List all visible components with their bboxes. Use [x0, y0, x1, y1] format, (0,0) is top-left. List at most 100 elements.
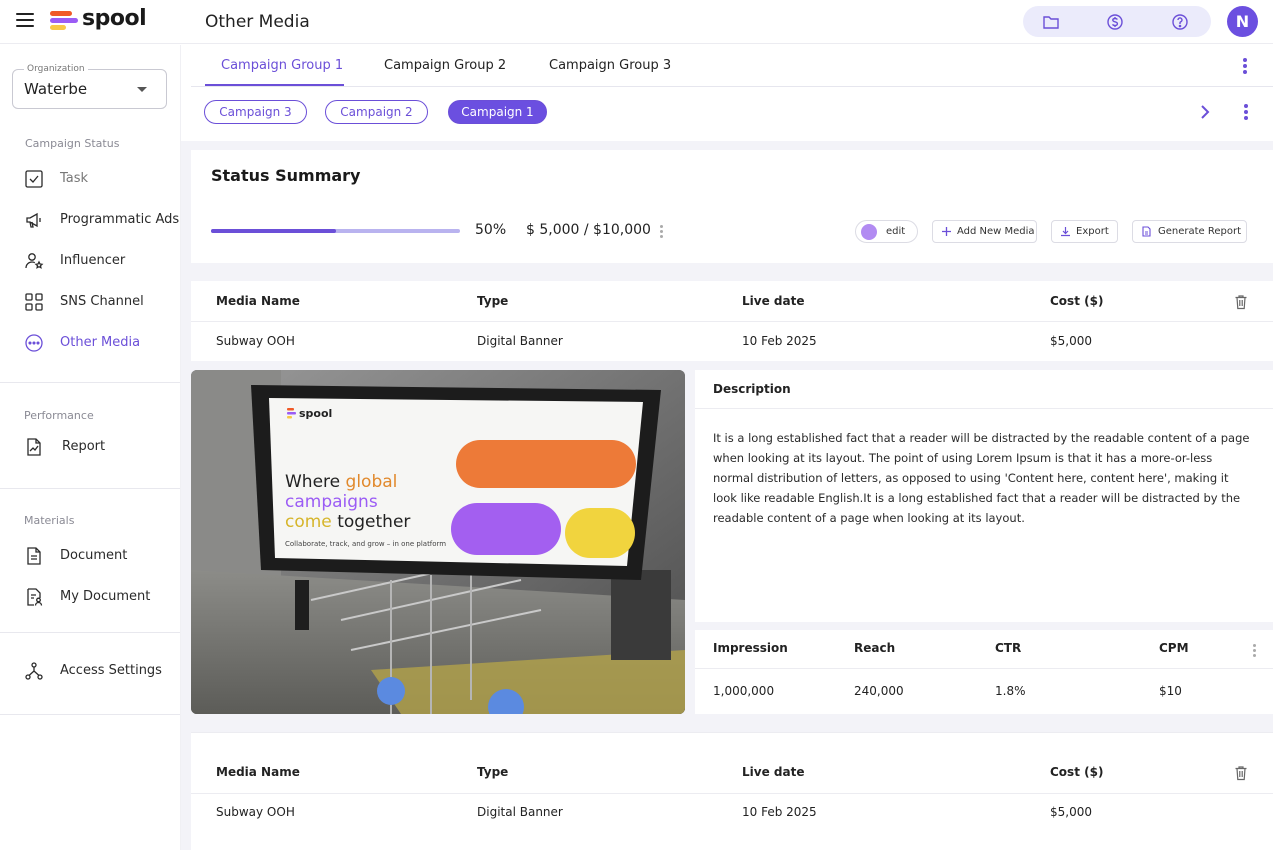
- sidebar-item-label: SNS Channel: [60, 294, 144, 309]
- subway-billboard-image: spool Where global campaigns come togeth…: [191, 370, 685, 714]
- folder-icon[interactable]: [1041, 12, 1061, 32]
- trash-icon[interactable]: [1234, 765, 1248, 781]
- summary-more-icon[interactable]: [660, 225, 663, 240]
- status-summary-title: Status Summary: [211, 166, 361, 185]
- edit-color-dot-icon: [861, 224, 877, 240]
- tab-campaign-group-3[interactable]: Campaign Group 3: [549, 58, 671, 73]
- chip-campaign-3[interactable]: Campaign 3: [204, 100, 307, 124]
- description-text: It is a long established fact that a rea…: [713, 431, 1250, 525]
- description-title: Description: [713, 382, 791, 396]
- sidebar-item-report[interactable]: Report: [0, 428, 180, 468]
- brand-logo[interactable]: spool: [50, 6, 147, 33]
- sidebar-item-task[interactable]: Task: [0, 160, 180, 200]
- cell-type: Digital Banner: [477, 334, 563, 348]
- sidebar-item-other-media[interactable]: Other Media: [0, 324, 180, 364]
- sidebar-divider: [0, 714, 180, 715]
- campaign-more-icon[interactable]: [1244, 104, 1248, 120]
- metric-impression-value: 1,000,000: [713, 684, 775, 698]
- billboard-headline-2: campaigns: [285, 492, 378, 512]
- dollar-icon[interactable]: [1105, 12, 1125, 32]
- sidebar-divider: [0, 382, 180, 383]
- chart-doc-icon: [27, 438, 41, 456]
- top-icon-group: [1023, 6, 1211, 37]
- sidebar-item-label: Programmatic Ads: [60, 212, 180, 227]
- export-button[interactable]: Export: [1051, 220, 1118, 243]
- tab-campaign-group-2[interactable]: Campaign Group 2: [384, 58, 506, 73]
- generate-report-button[interactable]: Generate Report: [1132, 220, 1247, 243]
- col-cost: Cost ($): [1050, 765, 1104, 779]
- sidebar-item-label: Task: [60, 171, 89, 186]
- add-new-media-label: Add New Media: [957, 226, 1035, 237]
- megaphone-icon: [26, 212, 41, 228]
- billboard-headline-3b: together: [337, 512, 410, 532]
- help-icon[interactable]: [1170, 12, 1190, 32]
- col-cost: Cost ($): [1050, 294, 1104, 308]
- metric-cpm-label: CPM: [1159, 641, 1189, 655]
- sidebar-item-label: Document: [60, 548, 128, 563]
- billboard-brand: spool: [299, 407, 332, 420]
- download-icon: [1061, 227, 1070, 237]
- sidebar-divider: [0, 488, 180, 489]
- network-icon: [25, 662, 43, 680]
- billboard-headline-1b: global: [346, 472, 398, 492]
- document-icon: [27, 547, 41, 565]
- page-title: Other Media: [205, 12, 310, 32]
- active-tab-indicator: [205, 84, 344, 86]
- user-avatar[interactable]: N: [1227, 6, 1258, 37]
- metric-cpm-value: $10: [1159, 684, 1182, 698]
- cell-cost: $5,000: [1050, 334, 1092, 348]
- sidebar-item-sns-channel[interactable]: SNS Channel: [0, 283, 180, 323]
- metric-ctr-label: CTR: [995, 641, 1022, 655]
- metrics-divider: [695, 668, 1273, 669]
- sidebar-item-document[interactable]: Document: [0, 537, 180, 577]
- metrics-more-icon[interactable]: [1253, 644, 1256, 659]
- sidebar-item-access-settings[interactable]: Access Settings: [0, 652, 180, 692]
- sidebar-item-programmatic-ads[interactable]: Programmatic Ads: [0, 201, 180, 241]
- metric-reach-label: Reach: [854, 641, 896, 655]
- logo-mark-icon: [50, 11, 78, 31]
- tab-campaign-group-1[interactable]: Campaign Group 1: [221, 58, 343, 73]
- menu-icon[interactable]: [16, 13, 34, 29]
- col-live-date: Live date: [742, 294, 805, 308]
- metric-reach-value: 240,000: [854, 684, 904, 698]
- more-circle-icon: [25, 334, 43, 352]
- cell-media-name: Subway OOH: [216, 805, 295, 819]
- caret-down-icon[interactable]: [137, 87, 147, 92]
- brand-name: spool: [82, 6, 147, 31]
- cell-live-date: 10 Feb 2025: [742, 805, 817, 819]
- edit-button[interactable]: edit: [855, 220, 918, 243]
- sidebar-item-label: Access Settings: [60, 663, 162, 678]
- tabs-more-icon[interactable]: [1243, 58, 1247, 74]
- add-new-media-button[interactable]: Add New Media: [932, 220, 1037, 243]
- media-table-2: [191, 732, 1273, 850]
- metric-ctr-value: 1.8%: [995, 684, 1026, 698]
- section-label-campaign-status: Campaign Status: [25, 137, 120, 150]
- sidebar-item-my-document[interactable]: My Document: [0, 578, 180, 618]
- media-photo[interactable]: spool Where global campaigns come togeth…: [191, 370, 685, 714]
- user-star-icon: [25, 253, 44, 269]
- sidebar-item-influencer[interactable]: Influencer: [0, 242, 180, 282]
- chevron-right-icon[interactable]: [1198, 104, 1212, 120]
- sidebar-item-label: My Document: [60, 589, 151, 604]
- col-type: Type: [477, 294, 509, 308]
- billboard-tagline: Collaborate, track, and grow – in one pl…: [285, 540, 446, 548]
- cell-live-date: 10 Feb 2025: [742, 334, 817, 348]
- sidebar-divider: [0, 632, 180, 633]
- col-live-date: Live date: [742, 765, 805, 779]
- chip-campaign-2[interactable]: Campaign 2: [325, 100, 428, 124]
- col-type: Type: [477, 765, 509, 779]
- generate-report-label: Generate Report: [1158, 226, 1242, 237]
- budget-text: $ 5,000 / $10,000: [526, 222, 651, 238]
- col-media-name: Media Name: [216, 765, 300, 779]
- cell-cost: $5,000: [1050, 805, 1092, 819]
- sidebar-item-label: Report: [62, 439, 106, 454]
- budget-progress-fill: [211, 229, 336, 233]
- billboard-headline-3a: come: [285, 512, 332, 532]
- chip-campaign-1[interactable]: Campaign 1: [448, 100, 547, 124]
- tabs-divider: [191, 86, 1273, 87]
- cell-type: Digital Banner: [477, 805, 563, 819]
- section-label-performance: Performance: [24, 409, 94, 422]
- trash-icon[interactable]: [1234, 294, 1248, 310]
- section-label-materials: Materials: [24, 514, 75, 527]
- checkbox-icon: [25, 170, 43, 188]
